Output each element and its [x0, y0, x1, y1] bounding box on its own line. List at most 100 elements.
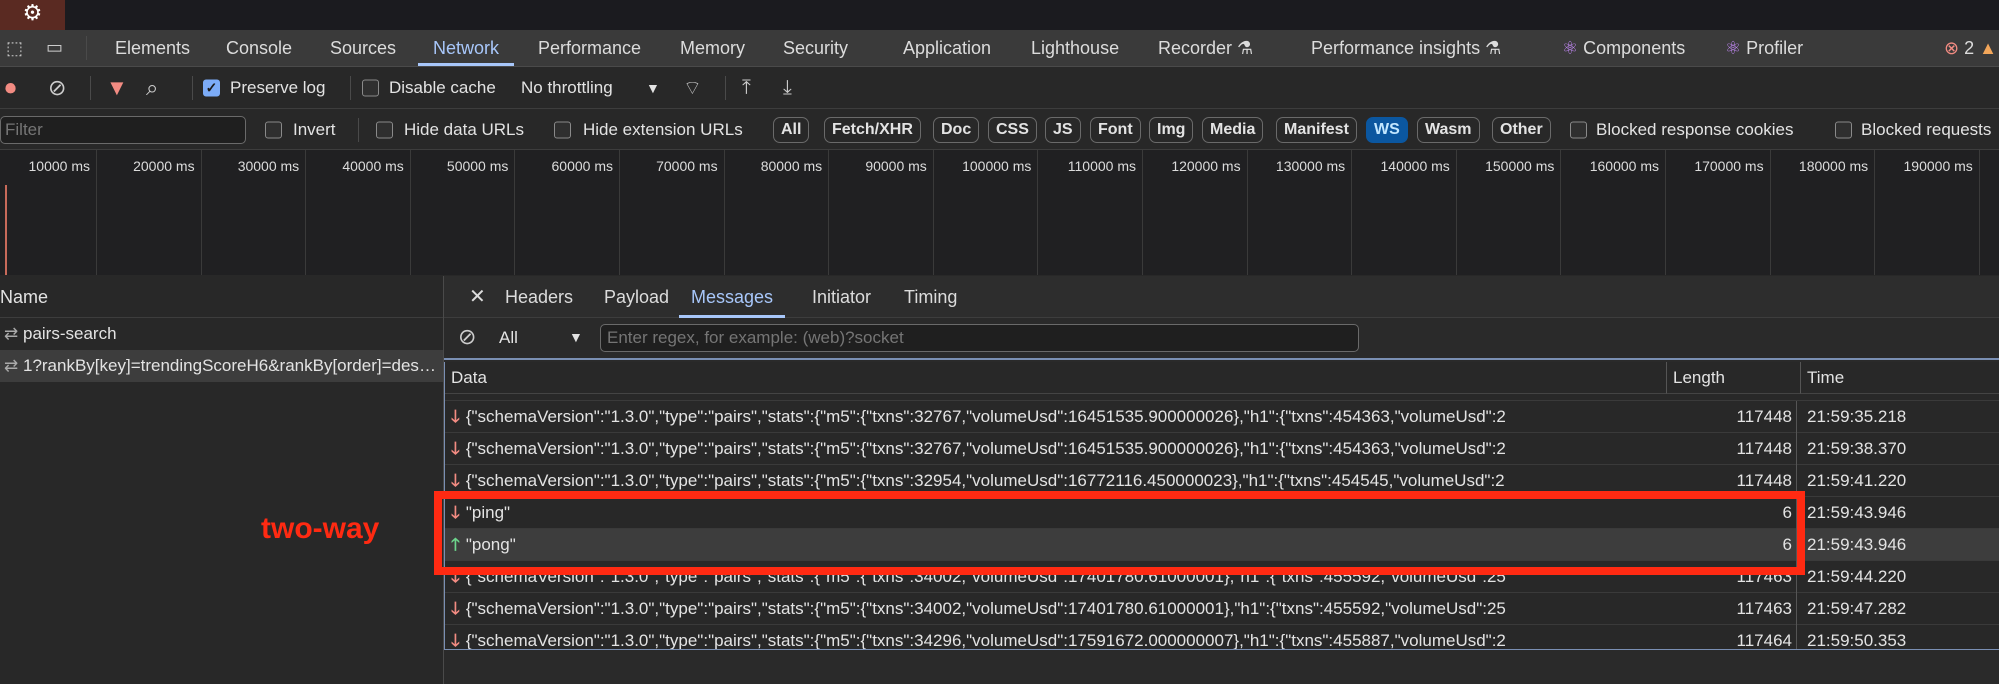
tab-elements[interactable]: Elements [115, 30, 190, 66]
request-row[interactable]: ⇄ pairs-search [0, 318, 443, 350]
arrow-down-icon: 🡓 [451, 599, 460, 618]
timeline-tick-label: 120000 ms [1171, 158, 1241, 174]
network-conditions-icon[interactable]: ⌔ [683, 75, 702, 100]
timeline-overview[interactable]: 10000 ms 20000 ms 30000 ms 40000 ms 50000 ms… [0, 150, 1999, 275]
column-header-data[interactable]: Data [445, 362, 1667, 394]
type-chip-font[interactable]: Font [1090, 116, 1141, 143]
search-icon[interactable]: ⌕ [146, 75, 158, 101]
disable-cache-checkbox[interactable] [362, 79, 379, 96]
throttling-select[interactable]: No throttling [521, 78, 613, 98]
invert-checkbox[interactable] [265, 121, 282, 138]
tab-components[interactable]: ⚛ Components [1562, 30, 1685, 66]
clear-messages-icon[interactable]: ⊘ [458, 324, 476, 350]
gear-icon[interactable]: ⚙ [0, 0, 65, 30]
filter-row: Invert Hide data URLs Hide extension URL… [0, 110, 1999, 150]
flask-icon: ⚗ [1485, 38, 1502, 58]
message-data: 🡓 {"schemaVersion":"1.3.0","type":"pairs"… [451, 625, 1661, 650]
chevron-down-icon[interactable]: ▼ [569, 329, 583, 345]
request-row[interactable]: ⇄ 1?rankBy[key]=trendingScoreH6&rankBy[o… [0, 350, 443, 382]
type-chip-media[interactable]: Media [1202, 116, 1264, 143]
error-badge[interactable]: ⊗ 2 ▲ [1944, 30, 1997, 66]
timeline-tick-label: 110000 ms [1067, 158, 1136, 174]
clear-icon[interactable]: ⊘ [48, 75, 66, 101]
timeline-gridline [305, 150, 307, 275]
message-time: 21:59:47.282 [1807, 599, 1907, 618]
tab-performance-insights[interactable]: Performance insights ⚗ [1311, 30, 1501, 66]
timeline-tick-label: 70000 ms [656, 158, 718, 174]
message-row[interactable]: 🡓 {"schemaVersion":"1.3.0","type":"pairs"… [445, 625, 1999, 650]
type-chip-img[interactable]: Img [1149, 116, 1194, 143]
hide-data-urls-label: Hide data URLs [404, 119, 525, 139]
react-icon: ⚛ [1725, 38, 1742, 58]
message-data: 🡓 {"schemaVersion":"1.3.0","type":"pairs"… [451, 401, 1661, 433]
type-chip-fetch-xhr[interactable]: Fetch/XHR [824, 116, 921, 143]
tab-lighthouse[interactable]: Lighthouse [1031, 30, 1119, 66]
timeline-request-marker [5, 185, 7, 275]
type-chip-manifest[interactable]: Manifest [1276, 116, 1357, 143]
column-header-length[interactable]: Length [1667, 362, 1801, 394]
message-time: 21:59:50.353 [1807, 631, 1907, 650]
timeline-gridline [1560, 150, 1562, 275]
tab-application[interactable]: Application [903, 30, 991, 66]
divider [350, 75, 351, 100]
arrow-down-icon: 🡓 [451, 631, 460, 650]
timeline-gridline [1665, 150, 1666, 275]
timeline-gridline [723, 150, 725, 275]
message-type-select[interactable]: All [499, 328, 518, 348]
message-data-text: {"schemaVersion":"1.3.0","type":"pairs",… [465, 439, 1506, 458]
error-count: 2 [1964, 38, 1975, 58]
tab-performance[interactable]: Performance [538, 30, 641, 66]
message-row[interactable]: 🡓 {"schemaVersion":"1.3.0","type":"pairs"… [445, 433, 1999, 465]
timeline-gridline [409, 150, 411, 275]
hide-extension-urls-checkbox[interactable] [554, 121, 571, 138]
name-header-label: Name [0, 287, 49, 307]
timeline-gridline [1769, 150, 1771, 275]
column-header-time[interactable]: Time [1801, 362, 1999, 394]
message-row[interactable]: 🡓 {"schemaVersion":"1.3.0","type":"pairs"… [445, 401, 1999, 433]
timeline-gridline [932, 150, 934, 275]
timeline-gridline [1351, 150, 1353, 275]
tab-performance-insights-label: Performance insights [1311, 38, 1481, 58]
tab-headers[interactable]: Headers [505, 276, 573, 318]
message-length: 117448 [1667, 401, 1797, 433]
tab-timing[interactable]: Timing [904, 276, 957, 318]
filter-input[interactable] [0, 115, 246, 144]
type-chip-doc[interactable]: Doc [933, 116, 980, 143]
timeline-tick-label: 40000 ms [342, 158, 404, 174]
tab-sources[interactable]: Sources [330, 30, 396, 66]
tab-memory[interactable]: Memory [680, 30, 745, 66]
message-data: 🡓 {"schemaVersion":"1.3.0","type":"pairs"… [451, 433, 1661, 465]
filter-icon[interactable]: ▼ [106, 75, 128, 101]
message-row[interactable]: 🡓 {"schemaVersion":"1.3.0","type":"pairs"… [445, 593, 1999, 625]
chevron-down-icon[interactable]: ▼ [646, 80, 660, 96]
clipped-row [445, 394, 1999, 401]
inspect-element-icon[interactable]: ⬚ [6, 38, 23, 59]
tab-payload[interactable]: Payload [604, 276, 669, 318]
timeline-tick-label: 190000 ms [1903, 158, 1973, 174]
download-icon[interactable]: ⤓ [783, 76, 792, 99]
record-stop-icon[interactable]: ⏺ [5, 75, 16, 101]
type-chip-other[interactable]: Other [1492, 116, 1551, 143]
type-chip-ws[interactable]: WS [1366, 116, 1408, 143]
hide-data-urls-checkbox[interactable] [376, 121, 393, 138]
tab-network[interactable]: Network [418, 30, 515, 66]
timeline-tick-label: 170000 ms [1694, 158, 1764, 174]
type-chip-css[interactable]: CSS [988, 116, 1037, 143]
tab-console[interactable]: Console [226, 30, 292, 66]
blocked-requests-checkbox[interactable] [1835, 121, 1852, 138]
tab-recorder-label: Recorder [1158, 38, 1233, 58]
preserve-log-checkbox[interactable]: ✓ [203, 79, 220, 96]
tab-messages[interactable]: Messages [679, 276, 786, 318]
close-icon[interactable]: ✕ [469, 276, 486, 318]
regex-filter-input[interactable] [600, 324, 1359, 352]
upload-icon[interactable]: ⤒ [742, 76, 751, 99]
tab-profiler[interactable]: ⚛ Profiler [1725, 30, 1803, 66]
device-toolbar-icon[interactable]: ▭ [46, 37, 63, 58]
tab-security[interactable]: Security [783, 30, 848, 66]
type-chip-all[interactable]: All [773, 116, 810, 143]
blocked-cookies-checkbox[interactable] [1570, 121, 1587, 138]
tab-recorder[interactable]: Recorder ⚗ [1158, 30, 1253, 66]
type-chip-js[interactable]: JS [1045, 116, 1081, 143]
tab-initiator[interactable]: Initiator [812, 276, 871, 318]
type-chip-wasm[interactable]: Wasm [1417, 116, 1480, 143]
